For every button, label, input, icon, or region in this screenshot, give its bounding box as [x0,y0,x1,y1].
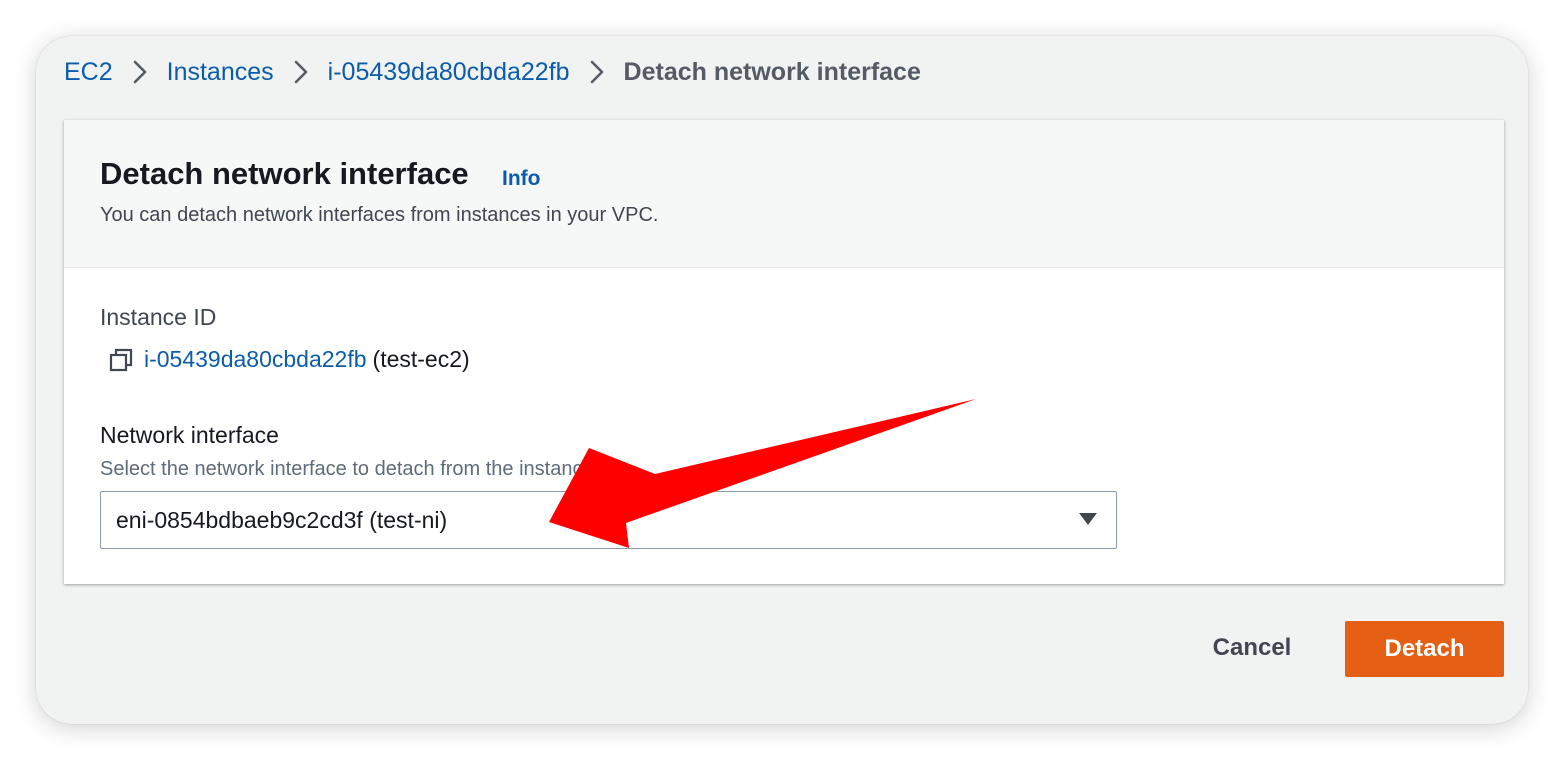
detach-panel: Detach network interface Info You can de… [64,120,1504,584]
instance-id-link[interactable]: i-05439da80cbda22fb [144,346,367,373]
breadcrumb-current: Detach network interface [623,57,921,86]
panel-description: You can detach network interfaces from i… [100,204,659,226]
copy-icon[interactable] [108,347,134,373]
network-interface-select[interactable]: eni-0854bdbaeb9c2cd3f (test-ni) [100,491,1117,549]
instance-id-value: i-05439da80cbda22fb (test-ec2) [108,346,470,373]
instance-name: (test-ec2) [372,346,470,372]
info-link[interactable]: Info [502,167,540,191]
chevron-right-icon [294,60,308,84]
instance-id-label: Instance ID [100,304,217,330]
breadcrumb-instance-id[interactable]: i-05439da80cbda22fb [328,58,570,87]
caret-down-icon [1078,512,1098,526]
chevron-right-icon [590,60,604,84]
breadcrumb-instances[interactable]: Instances [167,58,274,87]
breadcrumb-ec2[interactable]: EC2 [64,58,113,87]
network-interface-selected-value: eni-0854bdbaeb9c2cd3f (test-ni) [116,506,448,533]
panel-header: Detach network interface Info You can de… [64,120,1504,268]
network-interface-hint: Select the network interface to detach f… [100,458,594,480]
cancel-button[interactable]: Cancel [1196,624,1308,672]
breadcrumb: EC2 Instances i-05439da80cbda22fb Detach… [64,54,921,90]
page-title: Detach network interface [100,156,469,191]
network-interface-label: Network interface [100,422,279,448]
detach-button[interactable]: Detach [1345,621,1504,677]
app-window: EC2 Instances i-05439da80cbda22fb Detach… [36,36,1528,724]
chevron-right-icon [133,60,147,84]
